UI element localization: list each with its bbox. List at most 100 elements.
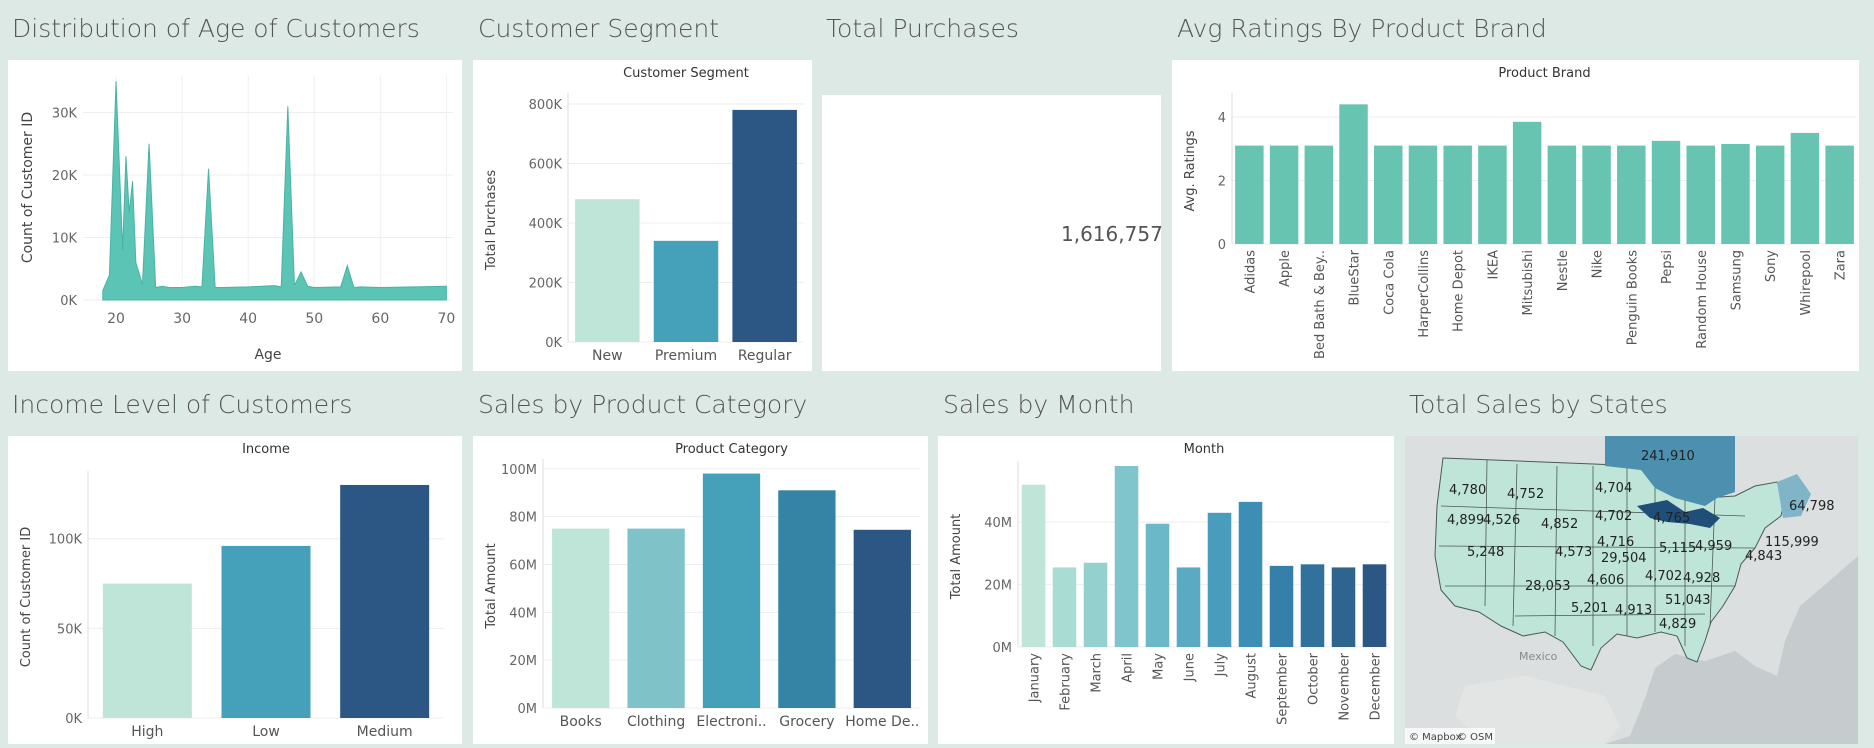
bar (340, 484, 430, 718)
y-axis-label: Total Purchases (484, 170, 499, 272)
state-label: 4,765 (1653, 511, 1690, 526)
month-panel: Month 0M 20M 40M Total Amount January February… (938, 436, 1394, 744)
x-tick-label: BlueStar (1348, 249, 1363, 305)
x-tick-label: 50 (305, 311, 323, 327)
x-tick-label: January (1028, 653, 1043, 704)
x-tick-label: 20 (107, 311, 125, 327)
x-tick-label: Medium (357, 724, 413, 740)
bar (1052, 567, 1077, 647)
x-tick-label: Penguin Books (1625, 250, 1640, 345)
x-tick-label: Bed Bath & Bey.. (1313, 250, 1328, 359)
bar (778, 490, 836, 708)
y-tick-label: 600K (529, 157, 563, 172)
y-tick-label: 0M (993, 641, 1013, 656)
y-tick-label: 0M (518, 702, 538, 717)
state-label: 64,798 (1789, 499, 1835, 514)
bar (1176, 567, 1201, 647)
x-tick-label: 70 (437, 311, 455, 327)
bar (1238, 501, 1263, 647)
bar (1331, 567, 1356, 647)
y-tick-label: 200K (529, 276, 563, 291)
state-label: 4,852 (1541, 517, 1578, 532)
age-area (102, 81, 447, 301)
state-label: 4,899 (1447, 513, 1484, 528)
bar (1207, 512, 1232, 647)
y-tick-label: 20M (984, 579, 1012, 594)
state-label: 4,959 (1695, 539, 1732, 554)
y-tick-label: 80M (509, 511, 537, 526)
state-label: 115,999 (1765, 535, 1819, 550)
bar (552, 528, 610, 708)
bar (1755, 145, 1785, 244)
chart-title: Product Category (675, 442, 788, 457)
chart-title: Product Brand (1498, 66, 1590, 81)
total-purchases-value: 1,616,757 (1061, 222, 1163, 246)
mapbox-attribution[interactable]: © Mapbox (1409, 732, 1461, 743)
y-axis-label: Total Amount (484, 543, 499, 630)
state-label: 4,913 (1615, 603, 1652, 618)
x-tick-label: Apple (1278, 250, 1293, 287)
ratings-panel: Product Brand 0 2 4 Avg. Ratings Adidas Apple B… (1172, 60, 1859, 371)
state-label: 4,780 (1449, 483, 1486, 498)
bar (1408, 145, 1438, 244)
state-label: 4,702 (1595, 509, 1632, 524)
x-tick-label: Nestle (1556, 250, 1571, 291)
x-tick-label: High (131, 724, 163, 740)
income-chart-title: Income Level of Customers (12, 390, 353, 419)
y-tick-label: 50K (57, 622, 83, 637)
x-tick-label: Grocery (779, 714, 834, 730)
x-tick-label: 40 (239, 311, 257, 327)
y-axis-label: Count of Customer ID (19, 527, 34, 668)
ratings-chart-title: Avg Ratings By Product Brand (1177, 14, 1547, 43)
state-label: 4,928 (1683, 571, 1720, 586)
income-level-chart: Income 0K 50K 100K Count of Customer ID High L… (19, 442, 444, 740)
osm-attribution[interactable]: © OSM (1457, 732, 1493, 743)
bar (1269, 145, 1299, 244)
x-tick-label: October (1307, 652, 1322, 705)
states-map-title: Total Sales by States (1409, 390, 1668, 419)
x-tick-label: Mitsubishi (1521, 250, 1536, 315)
product-category-chart: Product Category 0M 20M 40M 60M 80M 100M Total … (484, 442, 920, 730)
income-panel: Income 0K 50K 100K Count of Customer ID High L… (8, 436, 462, 744)
bar (1374, 145, 1403, 244)
age-panel: 0K 10K 20K 30K 20 30 40 50 60 70 Age Count of Custo… (8, 60, 462, 371)
states-map[interactable]: 241,910 4,780 4,752 4,704 64,798 4,899 4… (1405, 436, 1858, 744)
y-tick-label: 0K (65, 712, 82, 727)
y-axis-label: Count of Customer ID (20, 112, 36, 263)
x-tick-label: IKEA (1486, 250, 1501, 280)
bar (1825, 145, 1854, 244)
state-label: 4,702 (1645, 569, 1682, 584)
state-label: 4,829 (1659, 617, 1696, 632)
x-tick-label: Home Depot (1452, 250, 1467, 332)
bar (1512, 121, 1542, 244)
x-tick-label: November (1338, 652, 1353, 720)
bar (1021, 484, 1046, 647)
bar (732, 109, 797, 342)
bar (1114, 466, 1139, 647)
state-label: 4,526 (1483, 513, 1520, 528)
x-tick-label: Regular (738, 348, 792, 364)
y-tick-label: 0K (545, 336, 562, 351)
bar (1300, 564, 1325, 647)
y-tick-label: 4 (1218, 111, 1226, 126)
state-label: 4,716 (1597, 535, 1634, 550)
x-tick-label: May (1152, 653, 1167, 680)
states-map-panel[interactable]: 241,910 4,780 4,752 4,704 64,798 4,899 4… (1405, 436, 1858, 744)
x-tick-label: Nike (1591, 250, 1606, 278)
x-tick-label: Sony (1764, 250, 1779, 282)
segment-chart-title: Customer Segment (478, 14, 720, 43)
x-tick-label: Books (560, 714, 602, 730)
bar (1651, 140, 1681, 244)
x-tick-label: Samsung (1729, 250, 1744, 310)
bar (1582, 145, 1611, 244)
bar (1547, 145, 1577, 244)
x-tick-label: June (1183, 653, 1198, 682)
state-label: 4,752 (1507, 487, 1544, 502)
x-tick-label: Clothing (627, 714, 685, 730)
y-axis-label: Total Amount (949, 514, 964, 601)
avg-ratings-chart: Product Brand 0 2 4 Avg. Ratings Adidas Apple B… (1183, 66, 1857, 359)
y-tick-label: 60M (509, 558, 537, 573)
bar (1339, 104, 1368, 244)
bar (1269, 565, 1294, 647)
bar (702, 473, 761, 708)
